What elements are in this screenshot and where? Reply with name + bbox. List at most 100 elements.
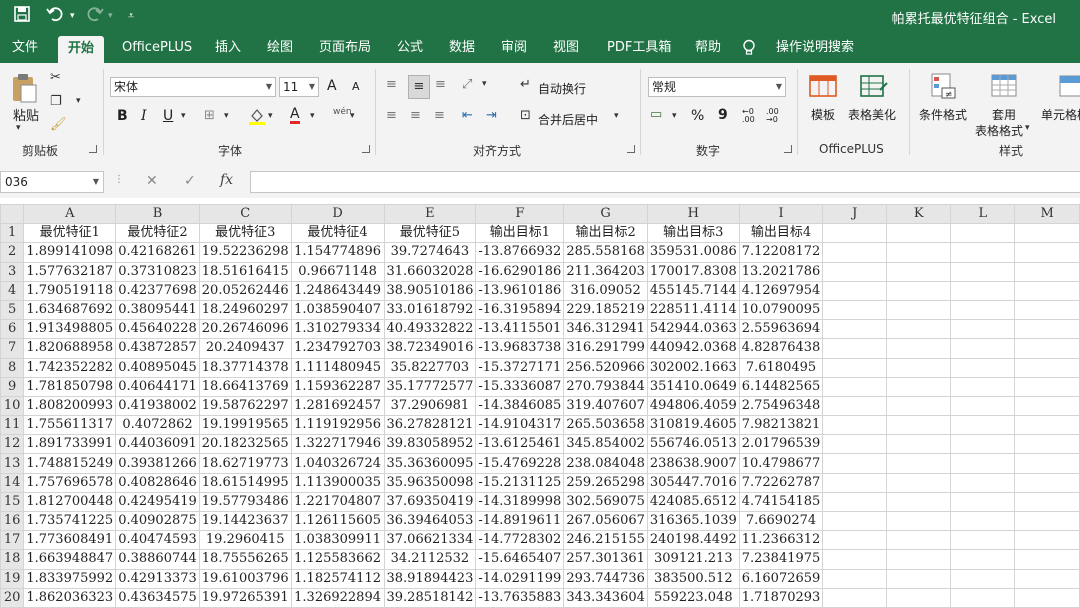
table-cell[interactable]: 1.182574112 bbox=[290, 568, 385, 589]
table-cell[interactable]: 1.154774896 bbox=[290, 242, 385, 263]
tab-data[interactable]: 数据 bbox=[439, 33, 485, 63]
table-cell[interactable] bbox=[950, 453, 1016, 474]
table-cell[interactable]: 39.28518142 bbox=[383, 587, 477, 608]
orientation-icon[interactable]: ⤢ bbox=[462, 77, 472, 92]
table-cell[interactable]: 257.301361 bbox=[563, 549, 648, 570]
font-launcher-icon[interactable] bbox=[362, 145, 370, 153]
table-cell[interactable] bbox=[1014, 510, 1080, 532]
decrease-indent-icon[interactable]: ⇤ bbox=[462, 108, 473, 123]
table-cell[interactable]: 302002.1663 bbox=[646, 357, 740, 378]
table-cell[interactable] bbox=[886, 510, 952, 532]
table-cell[interactable]: 7.12208172 bbox=[738, 242, 824, 263]
row-header[interactable]: 3 bbox=[0, 261, 25, 282]
table-cell[interactable]: 20.2409437 bbox=[198, 338, 292, 359]
header-cell[interactable]: 最优特征2 bbox=[115, 223, 200, 244]
header-cell[interactable] bbox=[886, 223, 952, 244]
table-cell[interactable]: -15.3336087 bbox=[475, 376, 565, 397]
table-cell[interactable]: -13.9683738 bbox=[475, 338, 565, 359]
table-cell[interactable]: 270.793844 bbox=[563, 376, 648, 397]
align-bottom-icon[interactable]: ≡ bbox=[435, 77, 446, 92]
table-cell[interactable] bbox=[950, 242, 1016, 263]
table-cell[interactable]: 0.42168261 bbox=[115, 242, 200, 263]
table-cell[interactable] bbox=[1014, 261, 1080, 282]
table-cell[interactable]: 0.42377698 bbox=[115, 280, 200, 301]
table-cell[interactable]: 36.27828121 bbox=[383, 415, 477, 436]
table-cell[interactable] bbox=[1014, 299, 1080, 321]
table-cell[interactable]: 39.7274643 bbox=[383, 242, 477, 263]
alignment-launcher-icon[interactable] bbox=[627, 145, 635, 153]
table-cell[interactable]: 38.91894423 bbox=[383, 568, 477, 589]
table-cell[interactable] bbox=[822, 242, 888, 263]
column-header-e[interactable]: E bbox=[383, 203, 477, 225]
column-header-j[interactable]: J bbox=[822, 203, 888, 225]
paste-dropdown-icon[interactable]: ▾ bbox=[16, 123, 21, 133]
column-header-i[interactable]: I bbox=[738, 203, 824, 225]
table-cell[interactable]: 13.2021786 bbox=[738, 261, 824, 282]
cancel-icon[interactable]: ✕ bbox=[146, 173, 158, 189]
row-header[interactable]: 4 bbox=[0, 280, 25, 301]
column-header-c[interactable]: C bbox=[198, 203, 292, 225]
fill-color-dropdown-icon[interactable]: ▾ bbox=[268, 111, 273, 121]
table-cell[interactable]: 1.111480945 bbox=[290, 357, 385, 378]
tab-home[interactable]: 开始 bbox=[58, 36, 105, 63]
table-cell[interactable]: 1.790519118 bbox=[23, 280, 117, 301]
table-cell[interactable]: 6.16072659 bbox=[738, 568, 824, 589]
table-cell[interactable] bbox=[886, 453, 952, 474]
row-header[interactable]: 1 bbox=[0, 223, 25, 244]
table-cell[interactable] bbox=[822, 261, 888, 282]
row-header[interactable]: 14 bbox=[0, 472, 25, 493]
table-cell[interactable]: 7.72262787 bbox=[738, 472, 824, 493]
table-cell[interactable]: 285.558168 bbox=[563, 242, 648, 263]
table-cell[interactable]: 0.40902875 bbox=[115, 510, 200, 532]
table-cell[interactable]: 0.43634575 bbox=[115, 587, 200, 608]
table-cell[interactable]: 346.312941 bbox=[563, 319, 648, 340]
align-top-icon[interactable]: ≡ bbox=[386, 77, 397, 92]
undo-icon[interactable] bbox=[46, 6, 64, 27]
table-beautify-icon[interactable] bbox=[860, 74, 888, 98]
table-cell[interactable] bbox=[886, 376, 952, 397]
table-cell[interactable]: 246.215155 bbox=[563, 530, 648, 551]
table-cell[interactable] bbox=[1014, 415, 1080, 436]
table-cell[interactable] bbox=[822, 415, 888, 436]
table-cell[interactable]: 1.862036323 bbox=[23, 587, 117, 608]
column-header-a[interactable]: A bbox=[23, 203, 117, 225]
table-cell[interactable] bbox=[822, 280, 888, 301]
table-cell[interactable] bbox=[886, 319, 952, 340]
column-header-l[interactable]: L bbox=[950, 203, 1016, 225]
table-cell[interactable]: 1.221704807 bbox=[290, 491, 385, 513]
table-cell[interactable]: 39.83058952 bbox=[383, 434, 477, 455]
table-cell[interactable]: 1.577632187 bbox=[23, 261, 117, 282]
tab-help[interactable]: 帮助 bbox=[685, 33, 731, 63]
table-cell[interactable]: 37.69350419 bbox=[383, 491, 477, 513]
column-header-m[interactable]: M bbox=[1014, 203, 1080, 225]
table-cell[interactable] bbox=[950, 261, 1016, 282]
table-cell[interactable] bbox=[822, 472, 888, 493]
table-cell[interactable]: 316365.1039 bbox=[646, 510, 740, 532]
copy-icon[interactable]: ❐ bbox=[50, 94, 62, 109]
format-as-table-icon[interactable] bbox=[990, 72, 1020, 100]
table-cell[interactable]: 1.326922894 bbox=[290, 587, 385, 608]
enter-icon[interactable]: ✓ bbox=[184, 173, 196, 189]
table-cell[interactable]: 7.6690274 bbox=[738, 510, 824, 532]
format-as-table-dropdown-icon[interactable]: ▾ bbox=[1025, 123, 1030, 133]
tab-review[interactable]: 审阅 bbox=[491, 33, 537, 63]
accounting-format-icon[interactable]: ▭ bbox=[650, 107, 662, 122]
table-cell[interactable]: 2.01796539 bbox=[738, 434, 824, 455]
table-cell[interactable]: 4.12697954 bbox=[738, 280, 824, 301]
formula-input[interactable] bbox=[250, 171, 1080, 193]
table-cell[interactable]: -14.7728302 bbox=[475, 530, 565, 551]
more-options-icon[interactable]: ⋮ bbox=[114, 174, 124, 185]
header-cell[interactable]: 输出目标2 bbox=[563, 223, 648, 244]
table-cell[interactable] bbox=[886, 568, 952, 589]
table-cell[interactable]: 1.808200993 bbox=[23, 395, 117, 417]
table-cell[interactable] bbox=[950, 376, 1016, 397]
table-cell[interactable]: 36.39464053 bbox=[383, 510, 477, 532]
table-cell[interactable]: 1.119192956 bbox=[290, 415, 385, 436]
table-cell[interactable] bbox=[1014, 319, 1080, 340]
table-cell[interactable]: 1.742352282 bbox=[23, 357, 117, 378]
header-cell[interactable]: 最优特征3 bbox=[198, 223, 292, 244]
table-cell[interactable]: 1.126115605 bbox=[290, 510, 385, 532]
table-cell[interactable]: 19.58762297 bbox=[198, 395, 292, 417]
table-cell[interactable]: 1.234792703 bbox=[290, 338, 385, 359]
table-cell[interactable] bbox=[950, 338, 1016, 359]
